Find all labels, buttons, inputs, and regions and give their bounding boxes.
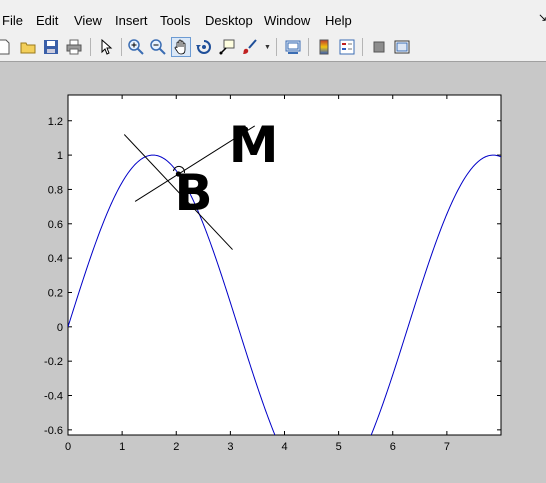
data-cursor-icon[interactable]	[217, 37, 237, 57]
y-tick-label: 1	[57, 150, 63, 162]
rotate-3d-icon[interactable]	[194, 37, 214, 57]
toolbar-separator	[276, 38, 277, 56]
x-tick-label: 6	[390, 441, 396, 453]
x-tick-labels: 0 1 2 3 4 5 6 7	[65, 441, 450, 453]
legend-icon[interactable]	[337, 37, 357, 57]
menu-window[interactable]: Window	[264, 13, 310, 28]
toolbar-separator	[90, 38, 91, 56]
new-figure-icon[interactable]	[0, 37, 14, 57]
y-tick-label: -0.4	[44, 391, 63, 403]
menu-bar: File Edit View Insert Tools Desktop Wind…	[0, 8, 546, 32]
menu-tools[interactable]: Tools	[160, 13, 190, 28]
x-tick-label: 0	[65, 441, 71, 453]
x-tick-label: 4	[281, 441, 287, 453]
y-tick-label: 0.2	[48, 287, 63, 299]
y-tick-labels: -0.6 -0.4 -0.2 0 0.2 0.4 0.6 0.8 1 1.2	[44, 116, 63, 437]
y-tick-label: 0	[57, 322, 63, 334]
figure-toolbar: ▼	[0, 32, 546, 62]
y-tick-label: 1.2	[48, 116, 63, 128]
menu-view[interactable]: View	[74, 13, 102, 28]
open-folder-icon[interactable]	[18, 37, 38, 57]
y-tick-label: 0.6	[48, 219, 63, 231]
menu-dock-arrow-icon[interactable]: ↘	[538, 11, 546, 24]
zoom-in-icon[interactable]	[126, 37, 146, 57]
toolbar-separator	[362, 38, 363, 56]
y-tick-label: -0.6	[44, 425, 63, 437]
x-tick-label: 2	[173, 441, 179, 453]
annotation-m: M	[229, 116, 279, 174]
axes-box[interactable]	[67, 94, 502, 436]
x-tick-label: 5	[336, 441, 342, 453]
menu-file[interactable]: File	[2, 13, 23, 28]
save-disk-icon[interactable]	[41, 37, 61, 57]
edit-plot-arrow-icon[interactable]	[96, 37, 116, 57]
brush-icon[interactable]	[240, 37, 260, 57]
menu-help[interactable]: Help	[325, 13, 352, 28]
colorbar-icon[interactable]	[314, 37, 334, 57]
hide-plot-tools-icon[interactable]	[369, 37, 389, 57]
menu-desktop[interactable]: Desktop	[205, 13, 253, 28]
plot-canvas: 0 1 2 3 4 5 6 7 -0.6 -0.4 -0.2 0 0.2 0.4 0.6 0.8 1 1.2 B…	[44, 94, 502, 453]
toolbar-separator	[121, 38, 122, 56]
pan-hand-icon[interactable]	[171, 37, 191, 57]
y-tick-label: 0.4	[48, 253, 63, 265]
x-tick-label: 3	[227, 441, 233, 453]
toolbar-separator	[308, 38, 309, 56]
y-tick-label: -0.2	[44, 356, 63, 368]
menu-insert[interactable]: Insert	[115, 13, 148, 28]
y-tick-label: 0.8	[48, 184, 63, 196]
link-plot-icon[interactable]	[283, 37, 303, 57]
x-tick-label: 1	[119, 441, 125, 453]
print-icon[interactable]	[64, 37, 84, 57]
figure-canvas[interactable]: 0 1 2 3 4 5 6 7 -0.6 -0.4 -0.2 0 0.2 0.4 0.6 0.8 1 1.2 B…	[0, 63, 546, 483]
annotation-b: B	[175, 164, 213, 222]
zoom-out-icon[interactable]	[148, 37, 168, 57]
window-title-bar	[0, 0, 546, 8]
show-plot-tools-icon[interactable]	[392, 37, 412, 57]
menu-edit[interactable]: Edit	[36, 13, 58, 28]
brush-dropdown-icon[interactable]: ▼	[264, 44, 271, 51]
x-tick-label: 7	[444, 441, 450, 453]
